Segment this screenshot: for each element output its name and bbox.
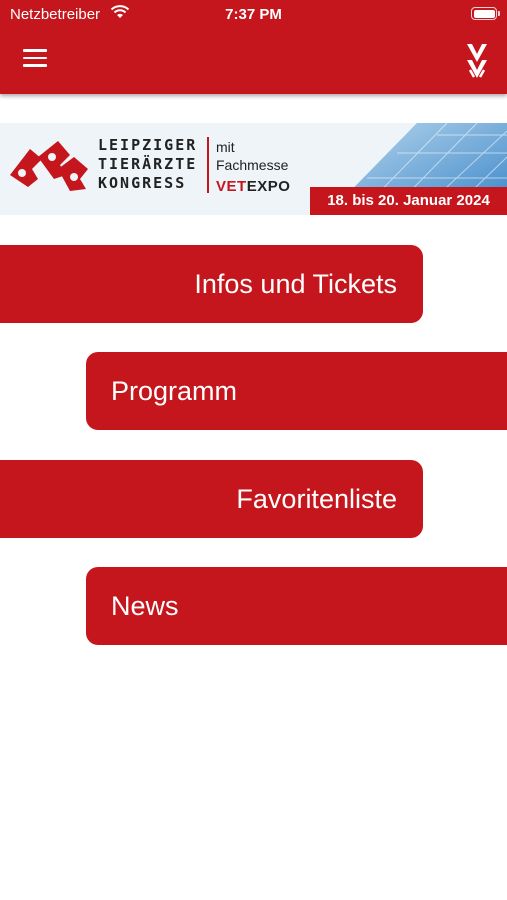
mm-logo-icon[interactable] bbox=[465, 40, 489, 80]
infos-tickets-button[interactable]: Infos und Tickets bbox=[0, 245, 423, 323]
event-banner[interactable]: LEIPZIGER TIERÄRZTE KONGRESS mit Fachmes… bbox=[0, 123, 507, 215]
vetexpo-vet: VET bbox=[216, 178, 247, 195]
congress-emblem-icon bbox=[10, 141, 88, 191]
banner-title-line-3: KONGRESS bbox=[98, 174, 187, 192]
battery-icon bbox=[471, 7, 500, 20]
app-header: Netzbetreiber 7:37 PM bbox=[0, 0, 507, 94]
banner-dates: 18. bis 20. Januar 2024 bbox=[310, 187, 507, 215]
banner-mit: mit bbox=[216, 139, 235, 155]
vetexpo-expo: EXPO bbox=[246, 178, 291, 195]
banner-fachmesse: Fachmesse bbox=[216, 157, 289, 173]
banner-title-line-1: LEIPZIGER bbox=[98, 136, 198, 154]
hamburger-icon bbox=[23, 49, 47, 52]
vetexpo-logo: VETEXPO bbox=[216, 178, 290, 195]
banner-divider bbox=[207, 137, 209, 193]
status-time: 7:37 PM bbox=[225, 6, 282, 23]
favoritenliste-button[interactable]: Favoritenliste bbox=[0, 460, 423, 538]
banner-title: LEIPZIGER TIERÄRZTE KONGRESS bbox=[98, 136, 197, 193]
news-button[interactable]: News bbox=[86, 567, 507, 645]
hamburger-menu-button[interactable] bbox=[23, 49, 47, 69]
status-bar: Netzbetreiber 7:37 PM bbox=[0, 0, 507, 30]
banner-subtitle: mit Fachmesse bbox=[216, 138, 288, 174]
programm-button[interactable]: Programm bbox=[86, 352, 507, 430]
banner-title-line-2: TIERÄRZTE bbox=[98, 155, 198, 173]
